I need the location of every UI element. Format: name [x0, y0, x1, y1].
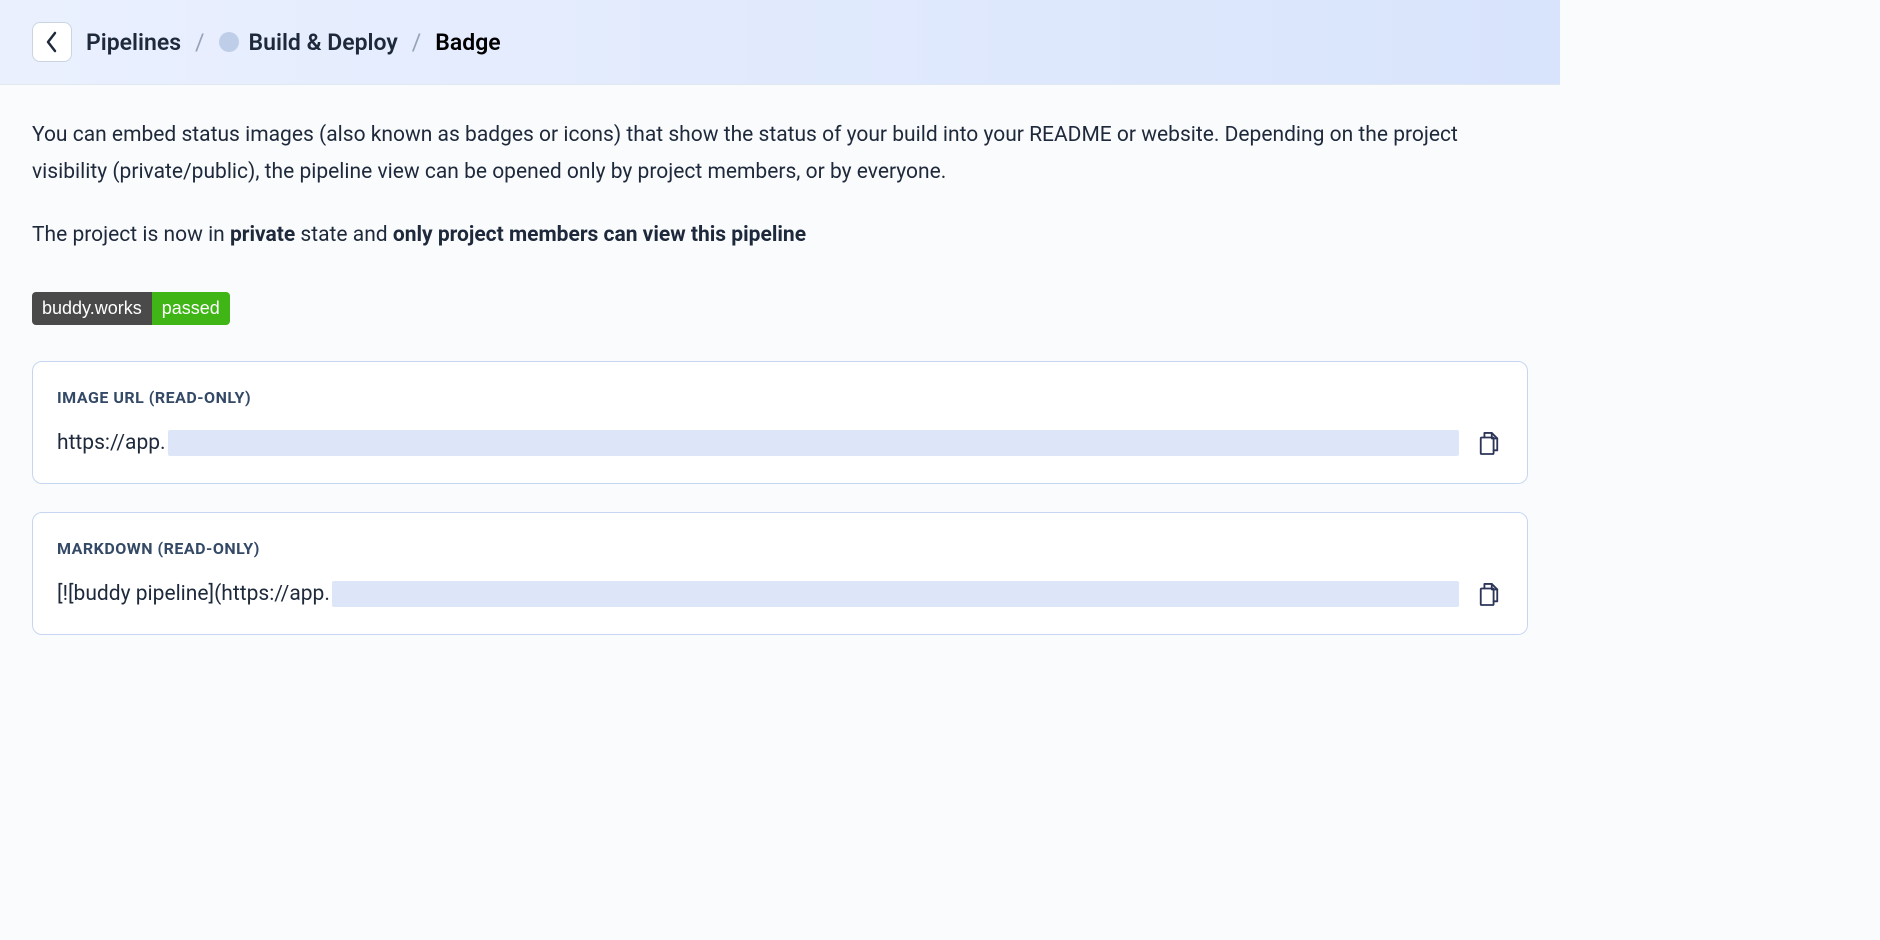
- copy-image-url-button[interactable]: [1475, 429, 1503, 457]
- breadcrumb-current: Badge: [435, 29, 500, 56]
- badge-label: buddy.works: [32, 292, 152, 325]
- redacted-block: [332, 581, 1459, 607]
- visibility-who: only project members can view this pipel…: [393, 223, 806, 247]
- breadcrumb-pipeline[interactable]: Build & Deploy: [219, 29, 398, 56]
- breadcrumb: Pipelines / Build & Deploy / Badge: [86, 29, 501, 56]
- status-dot-icon: [219, 32, 239, 52]
- back-button[interactable]: [32, 22, 72, 62]
- description-text: You can embed status images (also known …: [32, 117, 1528, 191]
- markdown-label: MARKDOWN (READ-ONLY): [57, 539, 1503, 558]
- markdown-value[interactable]: [![buddy pipeline](https://app.: [57, 581, 1459, 607]
- badge-status: passed: [152, 292, 230, 325]
- markdown-row: [![buddy pipeline](https://app.: [57, 580, 1503, 608]
- image-url-row: https://app.: [57, 429, 1503, 457]
- image-url-card: IMAGE URL (READ-ONLY) https://app.: [32, 361, 1528, 484]
- breadcrumb-pipelines[interactable]: Pipelines: [86, 29, 181, 56]
- image-url-label: IMAGE URL (READ-ONLY): [57, 388, 1503, 407]
- visibility-state: private: [230, 223, 295, 247]
- page-content: You can embed status images (also known …: [0, 85, 1560, 695]
- breadcrumb-pipeline-label: Build & Deploy: [249, 29, 398, 56]
- page-header: Pipelines / Build & Deploy / Badge: [0, 0, 1560, 85]
- copy-markdown-button[interactable]: [1475, 580, 1503, 608]
- copy-icon: [1478, 430, 1500, 456]
- breadcrumb-separator: /: [195, 29, 205, 56]
- copy-icon: [1478, 581, 1500, 607]
- markdown-card: MARKDOWN (READ-ONLY) [![buddy pipeline](…: [32, 512, 1528, 635]
- chevron-left-icon: [45, 31, 59, 53]
- breadcrumb-separator: /: [412, 29, 422, 56]
- visibility-text: The project is now in private state and …: [32, 219, 1528, 253]
- image-url-value[interactable]: https://app.: [57, 430, 1459, 456]
- redacted-block: [168, 430, 1459, 456]
- badge-preview: buddy.works passed: [32, 292, 230, 325]
